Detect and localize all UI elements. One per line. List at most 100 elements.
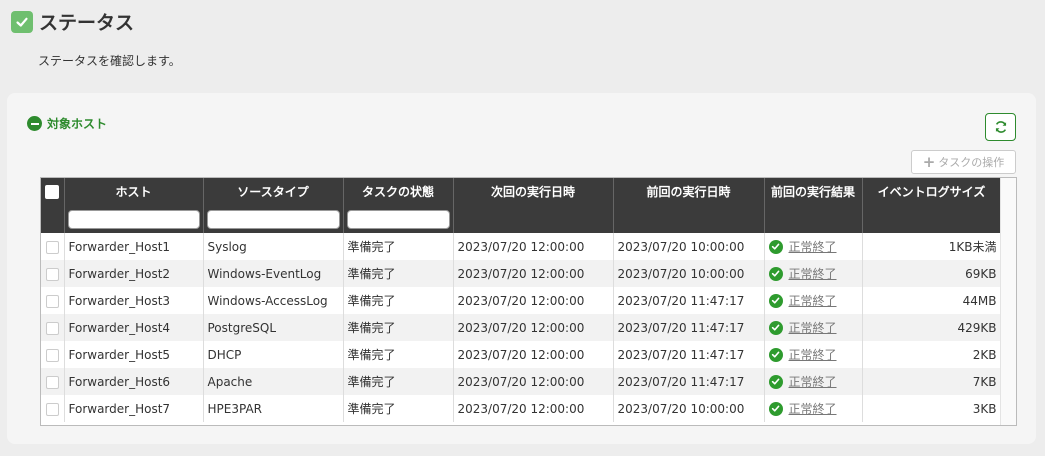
event-log-size-cell: 2KB: [862, 341, 1002, 368]
last-result-link[interactable]: 正常終了: [789, 292, 837, 309]
column-header-last-result[interactable]: 前回の実行結果: [764, 178, 863, 205]
task-state-cell: 準備完了: [343, 341, 454, 368]
host-cell: Forwarder_Host1: [64, 233, 204, 260]
last-result-link[interactable]: 正常終了: [789, 238, 837, 255]
task-operation-button[interactable]: + タスクの操作: [911, 150, 1016, 174]
row-checkbox[interactable]: [45, 240, 59, 254]
host-filter-input[interactable]: [67, 209, 200, 229]
host-cell: Forwarder_Host4: [64, 314, 204, 341]
table-row[interactable]: Forwarder_Host2 Windows-EventLog 準備完了 20…: [41, 260, 1002, 287]
source-type-cell: HPE3PAR: [203, 395, 344, 422]
task-state-cell: 準備完了: [343, 287, 454, 314]
select-all-cell[interactable]: [41, 178, 65, 205]
event-log-size-cell: 7KB: [862, 368, 1002, 395]
next-run-cell: 2023/07/20 12:00:00: [453, 395, 614, 422]
column-header-task-state[interactable]: タスクの状態: [343, 178, 454, 205]
table-row[interactable]: Forwarder_Host3 Windows-AccessLog 準備完了 2…: [41, 287, 1002, 314]
row-checkbox[interactable]: [45, 375, 59, 389]
host-cell: Forwarder_Host6: [64, 368, 204, 395]
last-run-cell: 2023/07/20 11:47:17: [613, 368, 765, 395]
last-result-cell: 正常終了: [764, 233, 863, 260]
task-state-filter-input[interactable]: [346, 209, 450, 229]
last-result-link[interactable]: 正常終了: [789, 373, 837, 390]
table-row[interactable]: Forwarder_Host4 PostgreSQL 準備完了 2023/07/…: [41, 314, 1002, 341]
event-log-size-cell: 3KB: [862, 395, 1002, 422]
column-header-last-run[interactable]: 前回の実行日時: [613, 178, 765, 205]
task-state-cell: 準備完了: [343, 233, 454, 260]
refresh-icon: [995, 121, 1006, 133]
check-circle-icon: [768, 266, 783, 281]
last-run-cell: 2023/07/20 10:00:00: [613, 395, 765, 422]
last-run-cell: 2023/07/20 11:47:17: [613, 341, 765, 368]
row-checkbox[interactable]: [45, 294, 59, 308]
page-title: ステータス: [39, 12, 135, 34]
minus-circle-icon: [27, 116, 42, 131]
next-run-cell: 2023/07/20 12:00:00: [453, 368, 614, 395]
host-cell: Forwarder_Host7: [64, 395, 204, 422]
section-title[interactable]: 対象ホスト: [27, 115, 107, 132]
column-header-event-log-size[interactable]: イベントログサイズ: [862, 178, 1002, 205]
plus-icon: +: [922, 152, 936, 171]
last-run-cell: 2023/07/20 11:47:17: [613, 287, 765, 314]
task-state-cell: 準備完了: [343, 314, 454, 341]
check-circle-icon: [768, 293, 783, 308]
task-state-cell: 準備完了: [343, 260, 454, 287]
last-result-cell: 正常終了: [764, 368, 863, 395]
refresh-button[interactable]: [985, 113, 1016, 141]
column-header-source-type[interactable]: ソースタイプ: [203, 178, 344, 205]
section-title-label: 対象ホスト: [47, 117, 108, 131]
table-row[interactable]: Forwarder_Host6 Apache 準備完了 2023/07/20 1…: [41, 368, 1002, 395]
row-checkbox[interactable]: [45, 267, 59, 281]
check-circle-icon: [768, 374, 783, 389]
check-circle-icon: [768, 347, 783, 362]
task-operation-label: タスクの操作: [938, 156, 1005, 169]
last-result-link[interactable]: 正常終了: [789, 265, 837, 282]
event-log-size-cell: 429KB: [862, 314, 1002, 341]
event-log-size-cell: 1KB未満: [862, 233, 1002, 260]
event-log-size-cell: 69KB: [862, 260, 1002, 287]
last-result-link[interactable]: 正常終了: [789, 346, 837, 363]
next-run-cell: 2023/07/20 12:00:00: [453, 260, 614, 287]
table-row[interactable]: Forwarder_Host5 DHCP 準備完了 2023/07/20 12:…: [41, 341, 1002, 368]
check-circle-icon: [768, 239, 783, 254]
last-result-cell: 正常終了: [764, 260, 863, 287]
check-icon: [11, 10, 33, 33]
last-result-cell: 正常終了: [764, 341, 863, 368]
table-scrollbar[interactable]: [1000, 178, 1016, 425]
column-header-next-run[interactable]: 次回の実行日時: [453, 178, 614, 205]
last-result-link[interactable]: 正常終了: [789, 319, 837, 336]
table-row[interactable]: Forwarder_Host1 Syslog 準備完了 2023/07/20 1…: [41, 233, 1002, 260]
page-description: ステータスを確認します。: [38, 54, 181, 68]
target-hosts-panel: 対象ホスト + タスクの操作 ホスト ソースタイプ タスクの状態 次回の実行日時…: [7, 93, 1036, 444]
last-result-link[interactable]: 正常終了: [789, 400, 837, 417]
next-run-cell: 2023/07/20 12:00:00: [453, 341, 614, 368]
task-state-cell: 準備完了: [343, 368, 454, 395]
host-cell: Forwarder_Host3: [64, 287, 204, 314]
last-result-cell: 正常終了: [764, 395, 863, 422]
hosts-table: ホスト ソースタイプ タスクの状態 次回の実行日時 前回の実行日時 前回の実行結…: [40, 177, 1017, 426]
filter-row: [41, 205, 1002, 233]
check-circle-icon: [768, 401, 783, 416]
table-row[interactable]: Forwarder_Host7 HPE3PAR 準備完了 2023/07/20 …: [41, 395, 1002, 422]
row-checkbox[interactable]: [45, 348, 59, 362]
host-cell: Forwarder_Host5: [64, 341, 204, 368]
source-type-filter-input[interactable]: [206, 209, 340, 229]
source-type-cell: Windows-EventLog: [203, 260, 344, 287]
source-type-cell: PostgreSQL: [203, 314, 344, 341]
source-type-cell: Syslog: [203, 233, 344, 260]
next-run-cell: 2023/07/20 12:00:00: [453, 314, 614, 341]
next-run-cell: 2023/07/20 12:00:00: [453, 287, 614, 314]
last-result-cell: 正常終了: [764, 287, 863, 314]
last-result-cell: 正常終了: [764, 314, 863, 341]
row-checkbox[interactable]: [45, 402, 59, 416]
last-run-cell: 2023/07/20 11:47:17: [613, 314, 765, 341]
source-type-cell: Windows-AccessLog: [203, 287, 344, 314]
check-circle-icon: [768, 320, 783, 335]
row-checkbox[interactable]: [45, 321, 59, 335]
page-header: ステータス: [11, 8, 134, 35]
event-log-size-cell: 44MB: [862, 287, 1002, 314]
select-all-checkbox[interactable]: [45, 184, 60, 199]
task-state-cell: 準備完了: [343, 395, 454, 422]
column-header-host[interactable]: ホスト: [64, 178, 204, 205]
last-run-cell: 2023/07/20 10:00:00: [613, 260, 765, 287]
